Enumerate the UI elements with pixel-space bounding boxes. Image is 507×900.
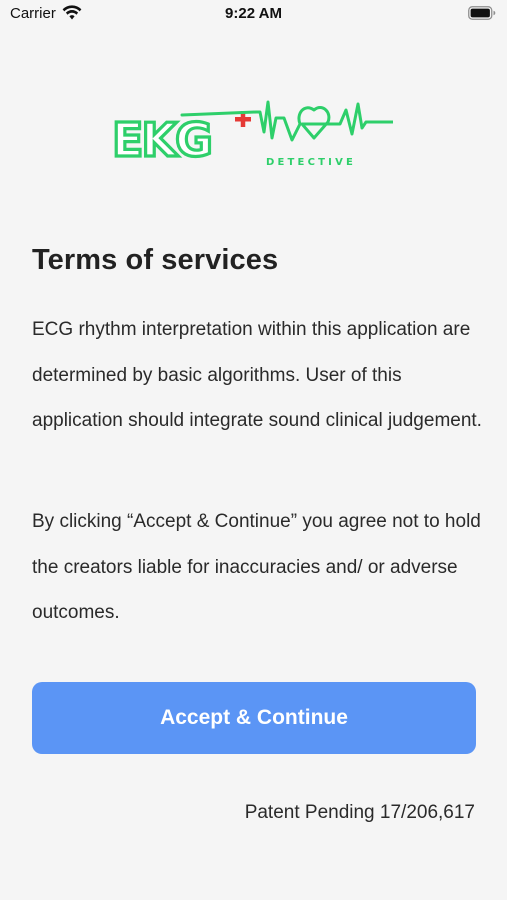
- terms-paragraph-disclaimer: ECG rhythm interpretation within this ap…: [32, 319, 482, 431]
- terms-paragraph-liability: By clicking “Accept & Continue” you agre…: [32, 511, 481, 623]
- ekg-detective-logo: EKG DETECTIVE: [108, 98, 396, 175]
- patent-notice: Patent Pending 17/206,617: [244, 802, 475, 823]
- heartbeat-line-icon: [180, 100, 396, 142]
- battery-icon: [468, 6, 496, 25]
- accept-continue-button[interactable]: Accept & Continue: [32, 682, 476, 754]
- page-title: Terms of services: [32, 244, 279, 276]
- logo-subtext: DETECTIVE: [266, 157, 356, 168]
- status-bar: Carrier 9:22 AM: [0, 0, 507, 28]
- logo-text: EKG: [112, 113, 211, 167]
- terms-screen: Carrier 9:22 AM EKG DETECTIVE Terms of s…: [0, 0, 507, 900]
- status-time: 9:22 AM: [225, 5, 282, 22]
